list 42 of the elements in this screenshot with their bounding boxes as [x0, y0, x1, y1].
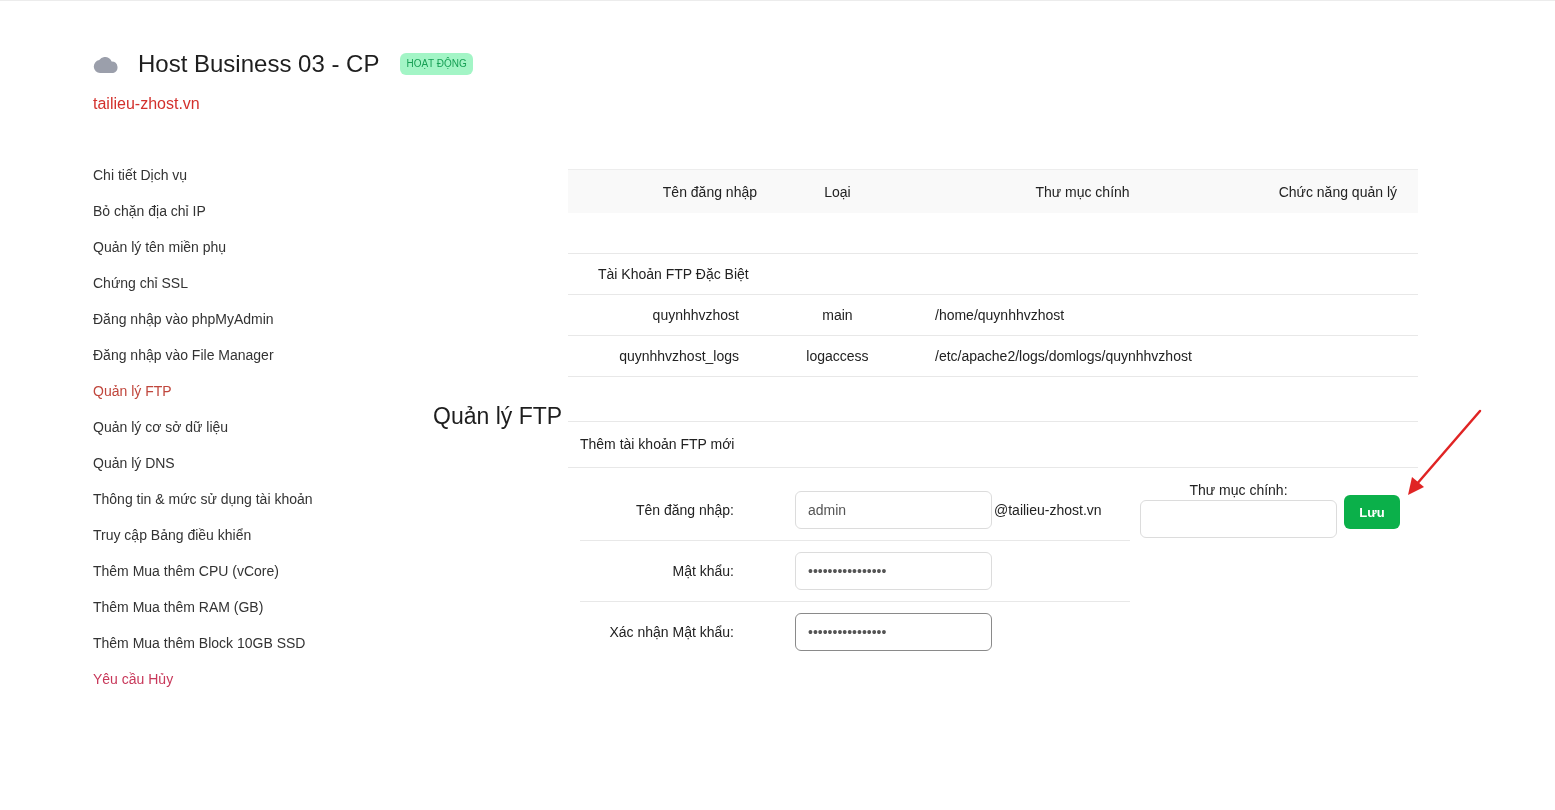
sidebar-item[interactable]: Thêm Mua thêm RAM (GB)	[93, 589, 264, 625]
status-badge: HOẠT ĐỘNG	[400, 53, 473, 75]
sidebar-item[interactable]: Quản lý FTP	[93, 373, 172, 409]
field-label: Mật khẩu:	[671, 563, 734, 579]
arrow-icon	[1406, 409, 1482, 497]
field-label: Thư mục chính:	[1189, 481, 1288, 500]
table-cell: logaccess	[775, 335, 900, 377]
sidebar-item[interactable]: Bỏ chặn địa chỉ IP	[93, 193, 206, 229]
input-field[interactable]: ••••••••••••••••	[795, 613, 992, 651]
table-cell: quynhhvzhost_logs	[568, 335, 775, 377]
table-cell: main	[775, 294, 900, 336]
sidebar-item[interactable]: Quản lý tên miền phụ	[93, 229, 227, 265]
cloud-icon	[93, 57, 119, 73]
sidebar-item[interactable]: Đăng nhập vào phpMyAdmin	[93, 301, 274, 337]
table-cell: quynhhvzhost	[568, 294, 775, 336]
column-header: Thư mục chính	[900, 169, 1265, 213]
field-label: Xác nhận Mật khẩu:	[608, 624, 734, 640]
domain-link[interactable]: tailieu-zhost.vn	[93, 94, 200, 114]
page-heading: Quản lý FTP	[433, 401, 564, 430]
sidebar-item[interactable]: Đăng nhập vào File Manager	[93, 337, 274, 373]
input-field[interactable]	[1140, 500, 1337, 538]
sidebar-item[interactable]: Yêu cầu Hủy	[93, 661, 174, 697]
sidebar-item[interactable]: Chi tiết Dịch vụ	[93, 157, 188, 193]
table-cell: /etc/apache2/logs/domlogs/quynhhvzhost	[900, 335, 1265, 377]
domain-suffix: @tailieu-zhost.vn	[994, 502, 1102, 518]
panel-title: Thêm tài khoản FTP mới	[568, 422, 1418, 468]
sidebar-item[interactable]: Thêm Mua thêm CPU (vCore)	[93, 553, 279, 589]
column-header: Tên đăng nhập	[568, 169, 775, 213]
group-label: Tài Khoản FTP Đặc Biệt	[568, 253, 1418, 295]
sidebar-item[interactable]: Quản lý DNS	[93, 445, 175, 481]
sidebar-item[interactable]: Quản lý cơ sở dữ liệu	[93, 409, 229, 445]
sidebar-item[interactable]: Chứng chỉ SSL	[93, 265, 188, 301]
sidebar-item[interactable]: Thông tin & mức sử dụng tài khoản	[93, 481, 313, 517]
field-label: Tên đăng nhập:	[634, 502, 734, 518]
service-title: Host Business 03 - CP	[138, 49, 380, 79]
column-header: Loại	[775, 169, 900, 213]
input-field[interactable]: ••••••••••••••••	[795, 552, 992, 590]
table-cell: /home/quynhhvzhost	[900, 294, 1265, 336]
sidebar-item[interactable]: Truy cập Bảng điều khiển	[93, 517, 252, 553]
input-field[interactable]: admin	[795, 491, 992, 529]
sidebar-item[interactable]: Thêm Mua thêm Block 10GB SSD	[93, 625, 306, 661]
column-header: Chức năng quản lý	[1265, 169, 1418, 213]
